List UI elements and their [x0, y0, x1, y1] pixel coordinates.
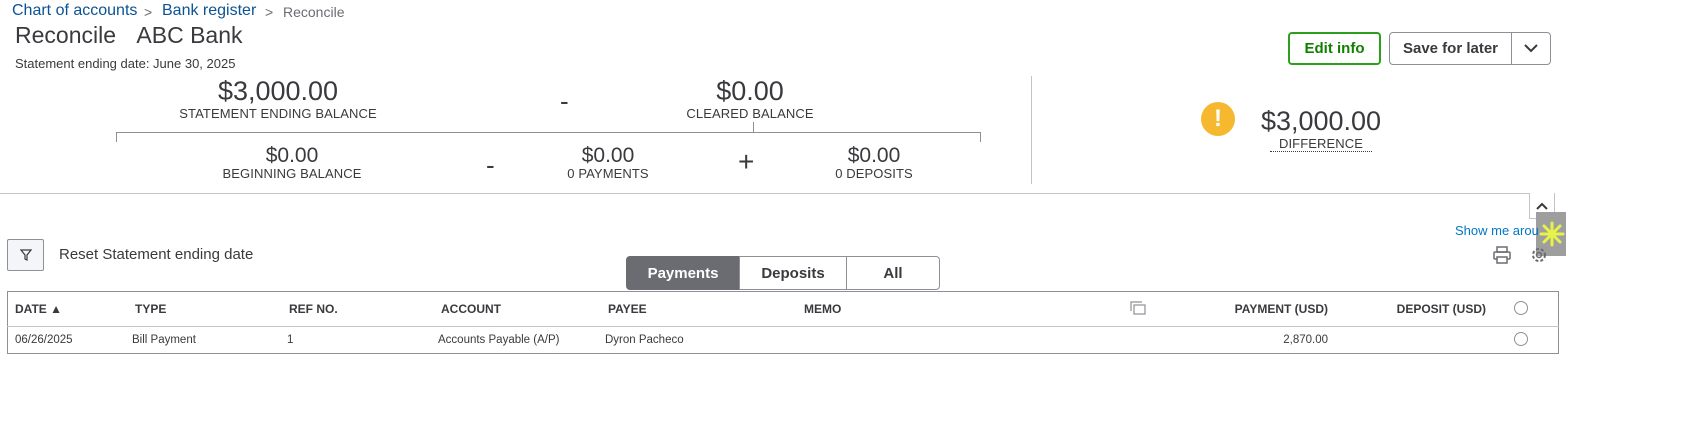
- column-header-deposit[interactable]: DEPOSIT (USD): [1336, 302, 1486, 316]
- row-ref: 1: [287, 334, 294, 346]
- column-header-type[interactable]: TYPE: [135, 302, 166, 316]
- account-name: ABC Bank: [136, 22, 243, 48]
- chevron-down-icon: [1524, 44, 1538, 53]
- save-options-dropdown[interactable]: [1512, 33, 1550, 64]
- row-account: Accounts Payable (A/P): [438, 334, 560, 346]
- row-payment: 2,870.00: [1283, 334, 1328, 346]
- warning-icon: !: [1201, 102, 1235, 136]
- column-header-date[interactable]: DATE ▲: [15, 302, 62, 316]
- save-for-later-split-button: Save for later: [1389, 32, 1551, 65]
- row-clear-radio[interactable]: [1514, 332, 1528, 346]
- column-header-payment[interactable]: PAYMENT (USD): [1178, 302, 1328, 316]
- column-header-memo[interactable]: MEMO: [804, 302, 841, 316]
- column-header-payee[interactable]: PAYEE: [608, 302, 647, 316]
- tab-all[interactable]: All: [846, 256, 940, 290]
- column-chooser-button[interactable]: [1130, 301, 1146, 320]
- difference-label: DIFFERENCE: [1270, 136, 1372, 152]
- beginning-balance-label: BEGINNING BALANCE: [222, 166, 362, 181]
- row-payee: Dyron Pacheco: [605, 334, 684, 346]
- statement-date: Statement ending date: June 30, 2025: [15, 56, 236, 71]
- statement-ending-balance-label: STATEMENT ENDING BALANCE: [179, 106, 377, 121]
- breadcrumb-current: Reconcile: [283, 4, 345, 20]
- print-icon: [1493, 246, 1511, 264]
- table-header-divider: [7, 326, 1559, 327]
- difference-value: $3,000.00: [1260, 106, 1382, 136]
- gear-icon: [1532, 248, 1546, 262]
- select-all-radio[interactable]: [1514, 301, 1528, 315]
- payments-count-label: 0 PAYMENTS: [567, 166, 649, 181]
- plus-operator: +: [738, 146, 755, 177]
- summary-bracket-right: [980, 132, 981, 142]
- reset-statement-date-link[interactable]: Reset Statement ending date: [59, 246, 253, 263]
- columns-icon: [1130, 301, 1146, 315]
- page-title: Reconcile ABC Bank: [15, 22, 243, 49]
- filter-button[interactable]: [7, 239, 44, 271]
- show-me-around-link[interactable]: Show me arou: [1455, 223, 1539, 238]
- summary-bracket-left: [116, 132, 117, 142]
- minus-operator: -: [560, 86, 569, 116]
- column-header-account[interactable]: ACCOUNT: [441, 302, 501, 316]
- summary-bracket-center: [753, 122, 754, 132]
- settings-button[interactable]: [1529, 245, 1549, 270]
- deposits-total-value: $0.00: [847, 144, 901, 167]
- chevron-up-icon: [1536, 202, 1548, 210]
- breadcrumb-separator: >: [265, 4, 274, 20]
- edit-info-button[interactable]: Edit info: [1288, 32, 1381, 65]
- print-button[interactable]: [1492, 245, 1512, 270]
- breadcrumb-chart-of-accounts[interactable]: Chart of accounts: [12, 2, 137, 20]
- page-title-text: Reconcile: [15, 22, 116, 48]
- tab-payments[interactable]: Payments: [626, 256, 740, 290]
- breadcrumb-bank-register[interactable]: Bank register: [162, 2, 256, 20]
- filter-icon: [19, 249, 32, 261]
- deposits-count-label: 0 DEPOSITS: [835, 166, 913, 181]
- cleared-balance-label: CLEARED BALANCE: [686, 106, 814, 121]
- beginning-balance-value: $0.00: [265, 144, 319, 167]
- column-header-ref[interactable]: REF NO.: [289, 302, 338, 316]
- statement-ending-balance-value: $3,000.00: [217, 76, 339, 106]
- row-date: 06/26/2025: [15, 334, 73, 346]
- minus-operator: -: [486, 150, 495, 180]
- cleared-balance-value: $0.00: [716, 76, 784, 106]
- assistant-icon: [1539, 221, 1565, 247]
- tab-deposits[interactable]: Deposits: [739, 256, 847, 290]
- section-divider: [0, 193, 1530, 194]
- save-for-later-button[interactable]: Save for later: [1390, 33, 1512, 64]
- summary-bracket-line: [116, 132, 981, 133]
- row-type: Bill Payment: [132, 334, 196, 346]
- breadcrumb-separator: >: [144, 4, 153, 20]
- summary-divider: [1031, 76, 1032, 184]
- payments-total-value: $0.00: [581, 144, 635, 167]
